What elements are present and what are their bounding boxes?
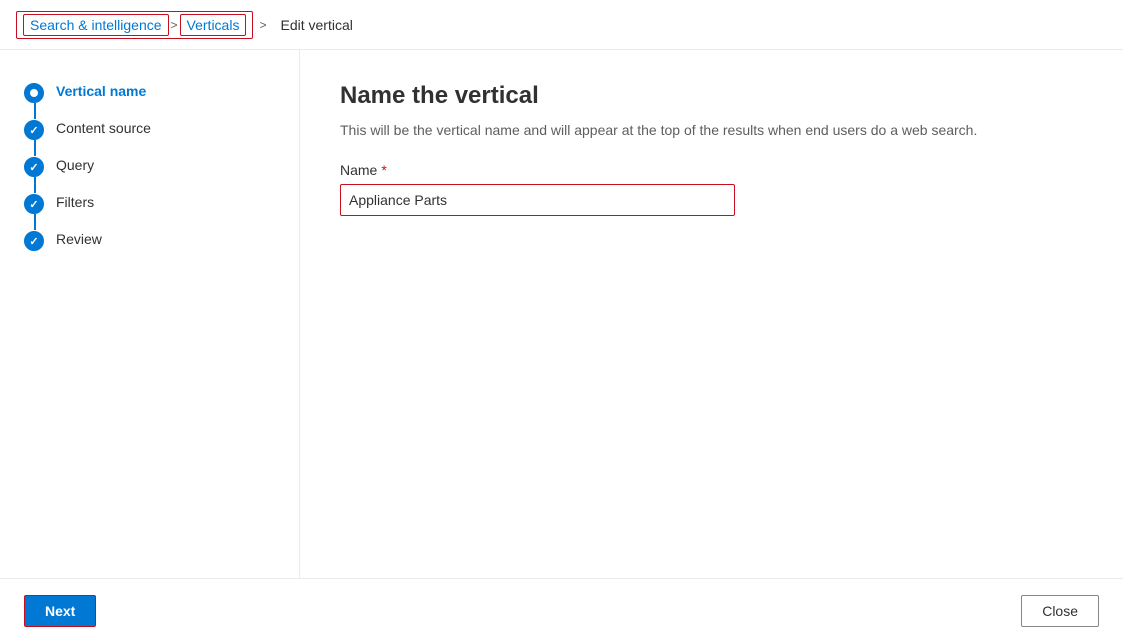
page-title: Edit vertical xyxy=(280,17,352,33)
check-icon-content-source: ✓ xyxy=(29,124,38,137)
check-icon-filters: ✓ xyxy=(29,198,38,211)
sidebar-label-query: Query xyxy=(56,156,94,173)
step-indicator-review: ✓ xyxy=(24,231,44,251)
footer: Next Close xyxy=(0,578,1123,642)
sidebar-item-filters[interactable]: ✓ Filters xyxy=(0,185,299,222)
name-input[interactable] xyxy=(340,184,735,216)
content-panel: Name the vertical This will be the verti… xyxy=(300,50,1123,578)
sidebar-item-review[interactable]: ✓ Review xyxy=(0,222,299,259)
next-button[interactable]: Next xyxy=(24,595,96,627)
footer-right: Close xyxy=(1021,595,1099,627)
sidebar-label-content-source: Content source xyxy=(56,119,151,136)
content-description: This will be the vertical name and will … xyxy=(340,122,1040,138)
step-indicator-content-source: ✓ xyxy=(24,120,44,140)
step-indicator-query: ✓ xyxy=(24,157,44,177)
breadcrumb-links-box: Search & intelligence > Verticals xyxy=(16,11,253,39)
step-dot-active xyxy=(30,89,38,97)
footer-left: Next xyxy=(24,595,96,627)
sidebar-item-query[interactable]: ✓ Query xyxy=(0,148,299,185)
required-indicator: * xyxy=(381,162,386,178)
breadcrumb-link-verticals[interactable]: Verticals xyxy=(180,14,247,36)
page-container: Search & intelligence > Verticals > Edit… xyxy=(0,0,1123,642)
sidebar-label-filters: Filters xyxy=(56,193,94,210)
name-label-text: Name xyxy=(340,162,377,178)
name-field-label: Name * xyxy=(340,162,1083,178)
check-icon-query: ✓ xyxy=(29,161,38,174)
breadcrumb-separator-1: > xyxy=(171,18,178,32)
main-content: Vertical name ✓ Content source ✓ Query ✓ xyxy=(0,50,1123,578)
sidebar: Vertical name ✓ Content source ✓ Query ✓ xyxy=(0,50,300,578)
step-indicator-vertical-name xyxy=(24,83,44,103)
header: Search & intelligence > Verticals > Edit… xyxy=(0,0,1123,50)
step-indicator-filters: ✓ xyxy=(24,194,44,214)
content-heading: Name the vertical xyxy=(340,82,1083,110)
name-field-container: Name * xyxy=(340,162,1083,216)
sidebar-label-review: Review xyxy=(56,230,102,247)
sidebar-item-vertical-name[interactable]: Vertical name xyxy=(0,74,299,111)
close-button[interactable]: Close xyxy=(1021,595,1099,627)
sidebar-item-content-source[interactable]: ✓ Content source xyxy=(0,111,299,148)
check-icon-review: ✓ xyxy=(29,235,38,248)
sidebar-label-vertical-name: Vertical name xyxy=(56,82,146,99)
breadcrumb-link-search-intelligence[interactable]: Search & intelligence xyxy=(23,14,169,36)
breadcrumb-separator-2: > xyxy=(259,18,266,32)
breadcrumb: Search & intelligence > Verticals > Edit… xyxy=(16,11,353,39)
